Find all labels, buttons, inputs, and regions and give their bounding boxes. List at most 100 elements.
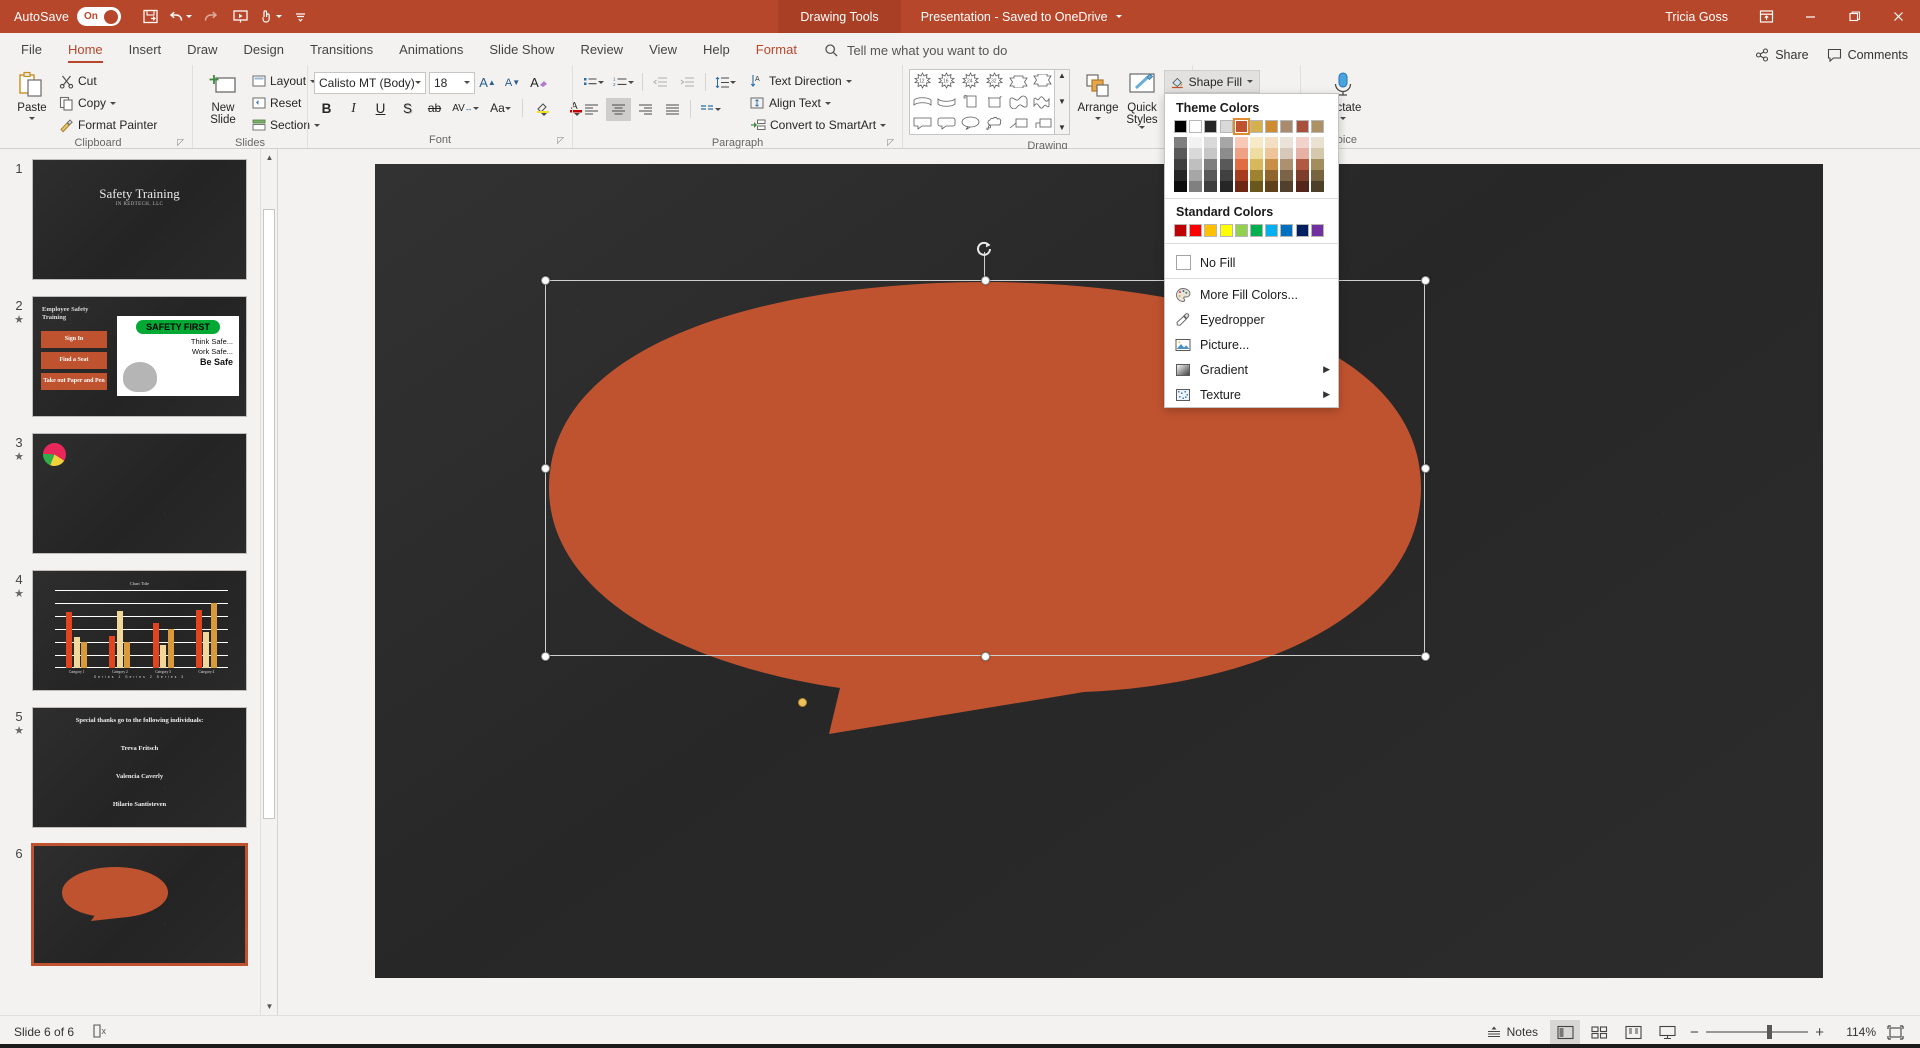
shape-down-ribbon[interactable] <box>1030 70 1054 91</box>
slide-sorter-view-button[interactable] <box>1584 1020 1614 1044</box>
standard-swatch-yellow[interactable] <box>1219 224 1233 237</box>
thumbnail-scrollbar[interactable]: ▲ ▼ <box>260 149 277 1015</box>
resize-handle-top-center[interactable] <box>980 275 990 285</box>
theme-swatch-light-gray[interactable] <box>1219 120 1233 133</box>
columns-button[interactable] <box>696 98 724 121</box>
underline-button[interactable]: U <box>368 97 393 120</box>
thumbnail-item-1[interactable]: 1 Safety Training IN REDTECH, LLC <box>0 159 277 280</box>
line-spacing-button[interactable] <box>711 71 739 94</box>
autosave-toggle[interactable]: On <box>77 7 122 26</box>
theme-swatch-accent3[interactable] <box>1265 120 1279 133</box>
theme-shade-col-8[interactable] <box>1280 137 1294 192</box>
zoom-in-button[interactable]: + <box>1815 1025 1824 1040</box>
columns-caret-icon[interactable] <box>714 107 721 111</box>
redo-icon[interactable] <box>195 3 225 31</box>
theme-shade-col-2[interactable] <box>1189 137 1203 192</box>
shapes-gallery[interactable]: 12 16 24 32 <box>909 69 1055 135</box>
shape-fill-caret-icon[interactable] <box>1247 80 1253 83</box>
italic-button[interactable]: I <box>341 97 366 120</box>
slide-canvas-pane[interactable] <box>278 149 1920 1015</box>
increase-indent-button[interactable] <box>675 71 700 94</box>
bold-button[interactable]: B <box>314 97 339 120</box>
resize-handle-top-left[interactable] <box>540 275 550 285</box>
touch-mode-icon[interactable] <box>255 3 285 31</box>
shape-cloud-callout[interactable] <box>982 113 1006 134</box>
standard-swatch-dark-red[interactable] <box>1174 224 1187 237</box>
theme-swatch-accent2[interactable] <box>1249 120 1263 133</box>
theme-shade-col-5[interactable] <box>1234 137 1248 192</box>
fit-to-window-button[interactable] <box>1880 1020 1910 1044</box>
shape-star-32[interactable]: 32 <box>982 70 1006 91</box>
thumbnail-frame-4[interactable]: Chart Title Category 1 Category 2 Catego… <box>32 570 247 691</box>
minimize-button[interactable] <box>1788 0 1832 33</box>
align-text-button[interactable]: Align Text <box>745 92 891 114</box>
tab-help[interactable]: Help <box>690 35 743 65</box>
font-name-caret-icon[interactable] <box>415 81 421 84</box>
customize-qat-icon[interactable] <box>285 3 315 31</box>
save-icon[interactable] <box>135 3 165 31</box>
text-direction-caret-icon[interactable] <box>845 79 852 83</box>
ribbon-display-options-icon[interactable] <box>1744 0 1788 33</box>
accessibility-checker-icon[interactable]: x <box>92 1023 110 1042</box>
clipboard-dialog-launcher[interactable]: ◸ <box>177 135 184 149</box>
scrollbar-thumb[interactable] <box>263 209 275 819</box>
shape-line-callout-2[interactable] <box>1030 113 1054 134</box>
quick-styles-button[interactable]: Quick Styles <box>1120 68 1164 131</box>
undo-caret-icon[interactable] <box>186 15 193 18</box>
tab-file[interactable]: File <box>8 35 55 65</box>
thumbnail-item-6[interactable]: 6 <box>0 844 277 965</box>
tab-home[interactable]: Home <box>55 35 116 65</box>
notes-button[interactable]: Notes <box>1479 1025 1546 1039</box>
align-right-button[interactable] <box>633 98 658 121</box>
resize-handle-middle-right[interactable] <box>1420 463 1430 473</box>
slide-canvas[interactable] <box>375 164 1823 978</box>
justify-button[interactable] <box>660 98 685 121</box>
copy-button[interactable]: Copy <box>54 92 162 114</box>
menu-item-texture[interactable]: Texture ▶ <box>1165 382 1338 407</box>
theme-shade-col-3[interactable] <box>1204 137 1218 192</box>
scroll-up-icon[interactable]: ▲ <box>261 149 277 166</box>
thumbnail-frame-1[interactable]: Safety Training IN REDTECH, LLC <box>32 159 247 280</box>
arrange-caret-icon[interactable] <box>1095 117 1101 120</box>
standard-swatch-light-green[interactable] <box>1234 224 1248 237</box>
theme-shade-col-10[interactable] <box>1310 137 1324 192</box>
gallery-more-icon[interactable]: ▼ <box>1058 124 1066 132</box>
bullets-caret-icon[interactable] <box>597 80 604 84</box>
shape-curved-up-ribbon[interactable] <box>910 91 934 112</box>
shape-wave[interactable] <box>1006 91 1030 112</box>
zoom-out-button[interactable]: − <box>1690 1025 1699 1040</box>
copy-caret-icon[interactable] <box>110 101 117 105</box>
zoom-percentage[interactable]: 114% <box>1832 1025 1876 1039</box>
align-text-caret-icon[interactable] <box>824 101 831 105</box>
theme-shade-col-7[interactable] <box>1265 137 1279 192</box>
text-direction-button[interactable]: A Text Direction <box>745 70 891 92</box>
shape-star-12[interactable]: 12 <box>910 70 934 91</box>
zoom-slider[interactable]: − + <box>1690 1020 1824 1044</box>
bullets-button[interactable] <box>579 71 607 94</box>
slide-thumbnail-pane[interactable]: 1 Safety Training IN REDTECH, LLC 2 ★ Emp… <box>0 149 278 1015</box>
shape-rectangular-callout[interactable] <box>910 113 934 134</box>
tab-insert[interactable]: Insert <box>116 35 175 65</box>
theme-shade-col-4[interactable] <box>1219 137 1233 192</box>
rotate-handle[interactable] <box>976 240 993 257</box>
character-spacing-caret-icon[interactable] <box>472 106 479 110</box>
start-from-beginning-icon[interactable] <box>225 3 255 31</box>
theme-swatch-black[interactable] <box>1174 120 1187 133</box>
tab-transitions[interactable]: Transitions <box>297 35 386 65</box>
clear-formatting-button[interactable]: A <box>525 71 553 94</box>
thumbnail-item-3[interactable]: 3 ★ <box>0 433 277 554</box>
theme-swatch-accent1-selected[interactable] <box>1232 118 1250 135</box>
shape-star-24[interactable]: 24 <box>958 70 982 91</box>
smartart-caret-icon[interactable] <box>880 123 887 127</box>
thumbnail-item-2[interactable]: 2 ★ Employee Safety Training Sign In Find… <box>0 296 277 417</box>
undo-icon[interactable] <box>165 3 195 31</box>
numbering-button[interactable]: 12 <box>609 71 637 94</box>
menu-item-more-fill-colors[interactable]: More Fill Colors... <box>1165 282 1338 307</box>
numbering-caret-icon[interactable] <box>627 80 634 84</box>
font-size-combobox[interactable]: 18 <box>429 71 475 94</box>
shape-up-ribbon[interactable] <box>1006 70 1030 91</box>
touch-mode-caret-icon[interactable] <box>276 15 283 18</box>
menu-item-gradient[interactable]: Gradient ▶ <box>1165 357 1338 382</box>
change-case-button[interactable]: Aa <box>484 97 517 120</box>
resize-handle-bottom-center[interactable] <box>980 651 990 661</box>
